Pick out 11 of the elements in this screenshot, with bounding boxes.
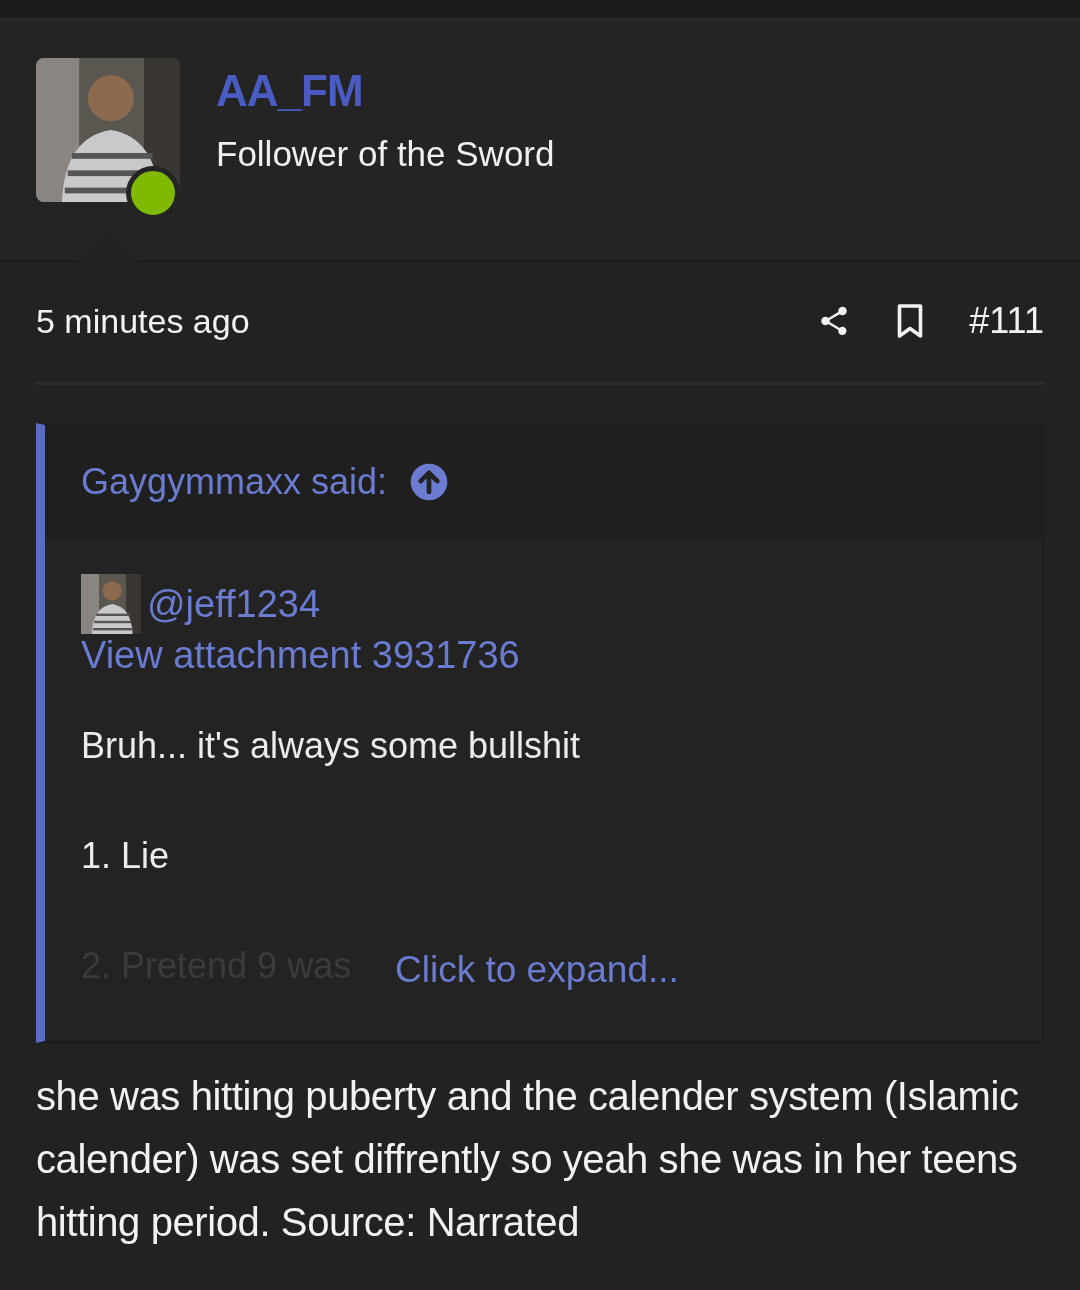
user-title: Follower of the Sword (216, 134, 555, 174)
quote-text: Bruh... it's always some bullshit (81, 725, 582, 767)
mention-link[interactable]: @jeff1234 (147, 582, 321, 626)
username-link[interactable]: AA_FM (216, 66, 555, 116)
post-number-link[interactable]: #111 (969, 300, 1044, 342)
quote-text: 1. Lie (81, 835, 171, 877)
quote-author-link[interactable]: Gaygymmaxx said: (81, 461, 388, 503)
attachment-link[interactable]: View attachment 3931736 (81, 634, 1006, 677)
expand-link[interactable]: Click to expand... (395, 949, 679, 991)
post-time-link[interactable]: 5 minutes ago (36, 301, 250, 341)
post-text: she was hitting puberty and the calender system (Islamic calender) was set diffrently so yeah she was in her teens hitting period. Source: Narrated (36, 1073, 1020, 1246)
